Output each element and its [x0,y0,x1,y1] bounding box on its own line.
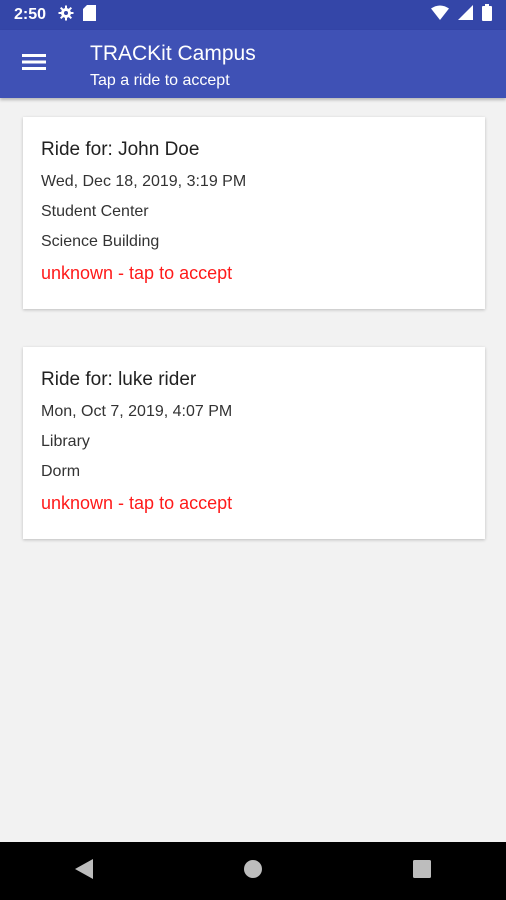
home-icon [243,859,263,884]
ride-pickup-location: Student Center [41,203,149,220]
ride-date: Mon, Oct 7, 2019, 4:07 PM [41,403,233,420]
ride-date: Wed, Dec 18, 2019, 3:19 PM [41,173,247,190]
status-bar: 2:50 [0,0,506,30]
navigation-bar [0,842,506,900]
gear-icon [58,5,74,26]
status-time: 2:50 [14,6,47,23]
ride-card[interactable]: Ride for: John Doe Wed, Dec 18, 2019, 3:… [23,117,485,309]
back-icon [75,858,94,884]
wifi-icon [431,5,449,25]
signal-icon [458,5,473,25]
ride-pickup-location: Library [41,433,90,450]
app-bar: TRACKit Campus Tap a ride to accept [0,30,506,98]
menu-button[interactable] [14,44,54,84]
ride-list: Ride for: John Doe Wed, Dec 18, 2019, 3:… [0,98,506,842]
ride-title: Ride for: luke rider [41,369,197,390]
ride-status[interactable]: unknown - tap to accept [41,493,232,514]
hamburger-menu-icon [22,53,46,76]
ride-dropoff-location: Dorm [41,463,81,480]
recents-button[interactable] [392,842,452,900]
ride-status[interactable]: unknown - tap to accept [41,263,232,284]
ride-card[interactable]: Ride for: luke rider Mon, Oct 7, 2019, 4… [23,347,485,539]
home-button[interactable] [223,842,283,900]
recents-icon [412,859,431,883]
sd-card-icon [83,4,97,26]
ride-dropoff-location: Science Building [41,233,160,250]
battery-icon [482,4,492,26]
back-button[interactable] [54,842,114,900]
app-title: TRACKit Campus [90,42,256,65]
ride-title: Ride for: John Doe [41,139,200,160]
app-subtitle: Tap a ride to accept [90,72,230,89]
